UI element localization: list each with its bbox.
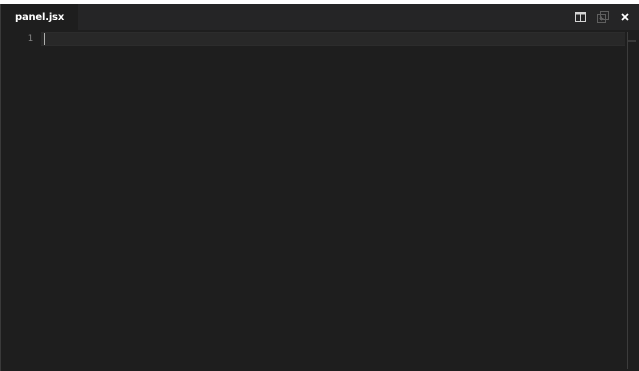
tab-title: panel.jsx: [15, 11, 65, 23]
current-line-highlight: [41, 32, 625, 46]
line-number: 1: [27, 34, 33, 44]
open-changes-icon[interactable]: [596, 11, 609, 24]
close-icon[interactable]: [618, 11, 631, 24]
tab-bar: panel.jsx: [1, 4, 639, 30]
tab-panel-jsx[interactable]: panel.jsx: [1, 4, 79, 30]
vertical-scrollbar[interactable]: [627, 32, 638, 369]
text-cursor: [44, 33, 45, 45]
tab-actions: [574, 4, 631, 30]
split-editor-icon[interactable]: [574, 11, 587, 24]
code-editor[interactable]: 1: [1, 30, 639, 371]
scrollbar-cursor-marker: [628, 40, 636, 42]
editor-window: panel.jsx 1: [0, 4, 639, 371]
line-number-gutter: 1: [1, 30, 39, 371]
